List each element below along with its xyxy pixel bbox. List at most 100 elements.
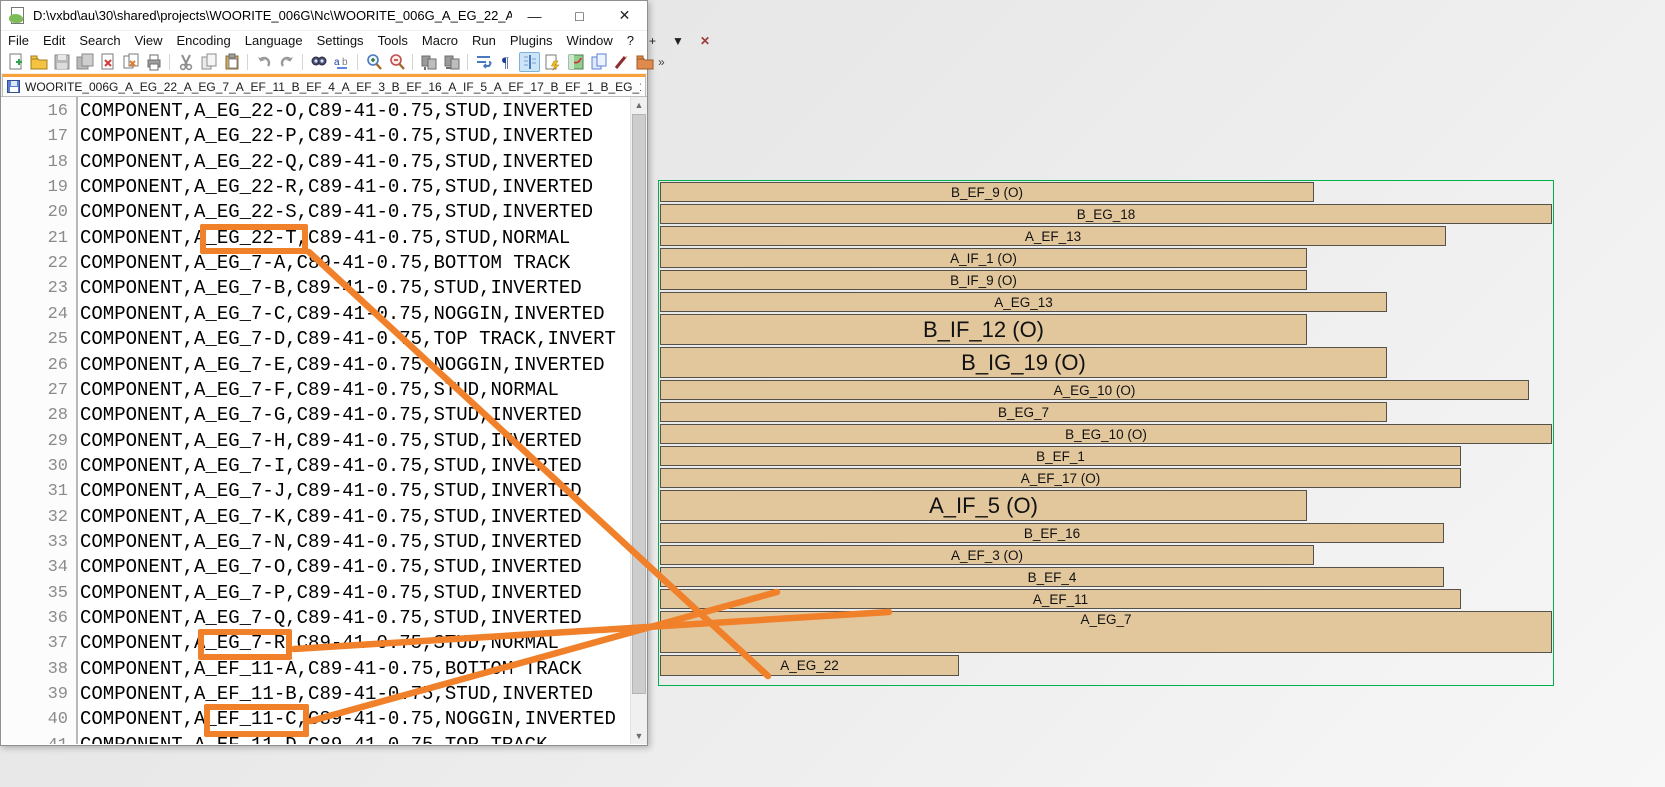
indent-guide-icon[interactable]: [519, 52, 540, 72]
minimize-button[interactable]: —: [512, 1, 557, 30]
close-tab-button[interactable]: ✕: [692, 34, 718, 48]
undo-icon[interactable]: [253, 52, 274, 72]
code-line-33[interactable]: COMPONENT,A_EG_7-N,C89-41-0.75,STUD,INVE…: [80, 530, 631, 555]
menu-item-plugins[interactable]: Plugins: [503, 31, 560, 50]
menu-item-file[interactable]: File: [1, 31, 36, 50]
zoom-out-icon[interactable]: [386, 52, 407, 72]
menu-item-help[interactable]: ?: [620, 31, 641, 50]
line-number: 17: [48, 124, 68, 149]
menu-item-run[interactable]: Run: [465, 31, 503, 50]
code-area[interactable]: COMPONENT,A_EG_22-O,C89-41-0.75,STUD,INV…: [80, 97, 631, 744]
code-line-38[interactable]: COMPONENT,A_EF_11-A,C89-41-0.75,BOTTOM T…: [80, 657, 631, 682]
code-line-18[interactable]: COMPONENT,A_EG_22-Q,C89-41-0.75,STUD,INV…: [80, 150, 631, 175]
code-line-24[interactable]: COMPONENT,A_EG_7-C,C89-41-0.75,NOGGIN,IN…: [80, 302, 631, 327]
print-icon[interactable]: [143, 52, 164, 72]
panel-bar-label: A_EG_13: [994, 295, 1053, 310]
code-line-23[interactable]: COMPONENT,A_EG_7-B,C89-41-0.75,STUD,INVE…: [80, 276, 631, 301]
code-line-26[interactable]: COMPONENT,A_EG_7-E,C89-41-0.75,NOGGIN,IN…: [80, 353, 631, 378]
cut-icon[interactable]: [175, 52, 196, 72]
sync-scroll-v-icon[interactable]: [418, 52, 439, 72]
panel-bar-label: B_EF_16: [1024, 526, 1080, 541]
svg-text:¶: ¶: [502, 55, 509, 71]
panel-bar-label: B_EG_18: [1077, 207, 1136, 222]
scroll-up-arrow[interactable]: ▲: [631, 97, 647, 113]
open-folder-icon[interactable]: [28, 52, 49, 72]
macro-pen-icon[interactable]: [611, 52, 632, 72]
code-line-31[interactable]: COMPONENT,A_EG_7-J,C89-41-0.75,STUD,INVE…: [80, 479, 631, 504]
code-line-34[interactable]: COMPONENT,A_EG_7-O,C89-41-0.75,STUD,INVE…: [80, 555, 631, 580]
code-line-25[interactable]: COMPONENT,A_EG_7-D,C89-41-0.75,TOP TRACK…: [80, 327, 631, 352]
line-number: 22: [48, 251, 68, 276]
menu-item-settings[interactable]: Settings: [310, 31, 371, 50]
menu-item-view[interactable]: View: [128, 31, 170, 50]
folder-as-workspace-icon[interactable]: [634, 52, 655, 72]
new-file-icon[interactable]: [5, 52, 26, 72]
panel-bar-a-if-5-o: A_IF_5 (O): [660, 490, 1307, 521]
panel-bar-label: A_IF_5 (O): [929, 493, 1038, 519]
close-button[interactable]: ✕: [602, 1, 647, 30]
line-number: 29: [48, 429, 68, 454]
vertical-scrollbar[interactable]: ▲ ▼: [630, 97, 647, 744]
word-wrap-icon[interactable]: [473, 52, 494, 72]
panel-bar-label: A_EF_13: [1025, 229, 1081, 244]
code-line-32[interactable]: COMPONENT,A_EG_7-K,C89-41-0.75,STUD,INVE…: [80, 505, 631, 530]
menu-item-tools[interactable]: Tools: [371, 31, 415, 50]
panel-bar-label: B_EF_1: [1036, 449, 1085, 464]
code-line-29[interactable]: COMPONENT,A_EG_7-H,C89-41-0.75,STUD,INVE…: [80, 429, 631, 454]
menu-item-encoding[interactable]: Encoding: [170, 31, 238, 50]
text-editor[interactable]: 1617181920212223242526272829303132333435…: [2, 97, 631, 744]
sync-scroll-h-icon[interactable]: [441, 52, 462, 72]
panel-bar-a-if-1-o: A_IF_1 (O): [660, 248, 1307, 268]
code-line-41[interactable]: COMPONENT,A_EF_11-D,C89-41-0.75,TOP TRAC…: [80, 733, 631, 744]
scroll-down-arrow[interactable]: ▼: [631, 728, 647, 744]
close-doc-icon[interactable]: [97, 52, 118, 72]
maximize-button[interactable]: □: [557, 1, 602, 30]
panel-layout-diagram: B_EF_9 (O)B_EG_18A_EF_13A_IF_1 (O)B_IF_9…: [658, 180, 1554, 686]
code-line-20[interactable]: COMPONENT,A_EG_22-S,C89-41-0.75,STUD,INV…: [80, 200, 631, 225]
menu-item-edit[interactable]: Edit: [36, 31, 72, 50]
scrollbar-thumb[interactable]: [632, 114, 646, 694]
save-all-icon[interactable]: [74, 52, 95, 72]
replace-icon[interactable]: ab: [331, 52, 352, 72]
notepad-plus-plus-window: D:\vxbd\au\30\shared\projects\WOORITE_00…: [0, 0, 648, 746]
tab-active-document[interactable]: WOORITE_006G_A_EG_22_A_EG_7_A_EF_11_B_EF…: [2, 74, 646, 97]
code-line-37[interactable]: COMPONENT,A_EG_7-R,C89-41-0.75,STUD,NORM…: [80, 631, 631, 656]
function-list-icon[interactable]: [542, 52, 563, 72]
code-line-36[interactable]: COMPONENT,A_EG_7-Q,C89-41-0.75,STUD,INVE…: [80, 606, 631, 631]
code-line-19[interactable]: COMPONENT,A_EG_22-R,C89-41-0.75,STUD,INV…: [80, 175, 631, 200]
redo-icon[interactable]: [276, 52, 297, 72]
menu-item-language[interactable]: Language: [238, 31, 310, 50]
menu-item-macro[interactable]: Macro: [415, 31, 465, 50]
close-all-docs-icon[interactable]: [120, 52, 141, 72]
line-number: 35: [48, 581, 68, 606]
paste-icon[interactable]: [221, 52, 242, 72]
code-line-17[interactable]: COMPONENT,A_EG_22-P,C89-41-0.75,STUD,INV…: [80, 124, 631, 149]
code-line-35[interactable]: COMPONENT,A_EG_7-P,C89-41-0.75,STUD,INVE…: [80, 581, 631, 606]
line-number: 30: [48, 454, 68, 479]
menu-item-window[interactable]: Window: [560, 31, 620, 50]
code-line-30[interactable]: COMPONENT,A_EG_7-I,C89-41-0.75,STUD,INVE…: [80, 454, 631, 479]
copy-icon[interactable]: [198, 52, 219, 72]
show-all-characters-icon[interactable]: ¶: [496, 52, 517, 72]
code-line-40[interactable]: COMPONENT,A_EF_11-C,C89-41-0.75,NOGGIN,I…: [80, 707, 631, 732]
svg-text:b: b: [342, 57, 348, 68]
code-line-21[interactable]: COMPONENT,A_EG_22-T,C89-41-0.75,STUD,NOR…: [80, 226, 631, 251]
code-line-39[interactable]: COMPONENT,A_EF_11-B,C89-41-0.75,STUD,INV…: [80, 682, 631, 707]
code-line-22[interactable]: COMPONENT,A_EG_7-A,C89-41-0.75,BOTTOM TR…: [80, 251, 631, 276]
new-tab-button[interactable]: +: [641, 34, 664, 48]
document-map-icon[interactable]: [565, 52, 586, 72]
panel-bar-label: A_EF_17 (O): [1021, 471, 1101, 486]
menu-item-search[interactable]: Search: [72, 31, 127, 50]
title-bar[interactable]: D:\vxbd\au\30\shared\projects\WOORITE_00…: [1, 1, 647, 31]
code-line-28[interactable]: COMPONENT,A_EG_7-G,C89-41-0.75,STUD,INVE…: [80, 403, 631, 428]
code-line-16[interactable]: COMPONENT,A_EG_22-O,C89-41-0.75,STUD,INV…: [80, 99, 631, 124]
tab-list-dropdown[interactable]: ▼: [664, 34, 692, 48]
toolbar-overflow-chevron[interactable]: »: [658, 55, 665, 69]
zoom-in-icon[interactable]: [363, 52, 384, 72]
document-list-icon[interactable]: [588, 52, 609, 72]
find-icon[interactable]: [308, 52, 329, 72]
panel-bar-a-ef-11: A_EF_11: [660, 589, 1461, 609]
panel-bar-label: B_IG_19 (O): [961, 350, 1086, 376]
save-icon[interactable]: [51, 52, 72, 72]
code-line-27[interactable]: COMPONENT,A_EG_7-F,C89-41-0.75,STUD,NORM…: [80, 378, 631, 403]
